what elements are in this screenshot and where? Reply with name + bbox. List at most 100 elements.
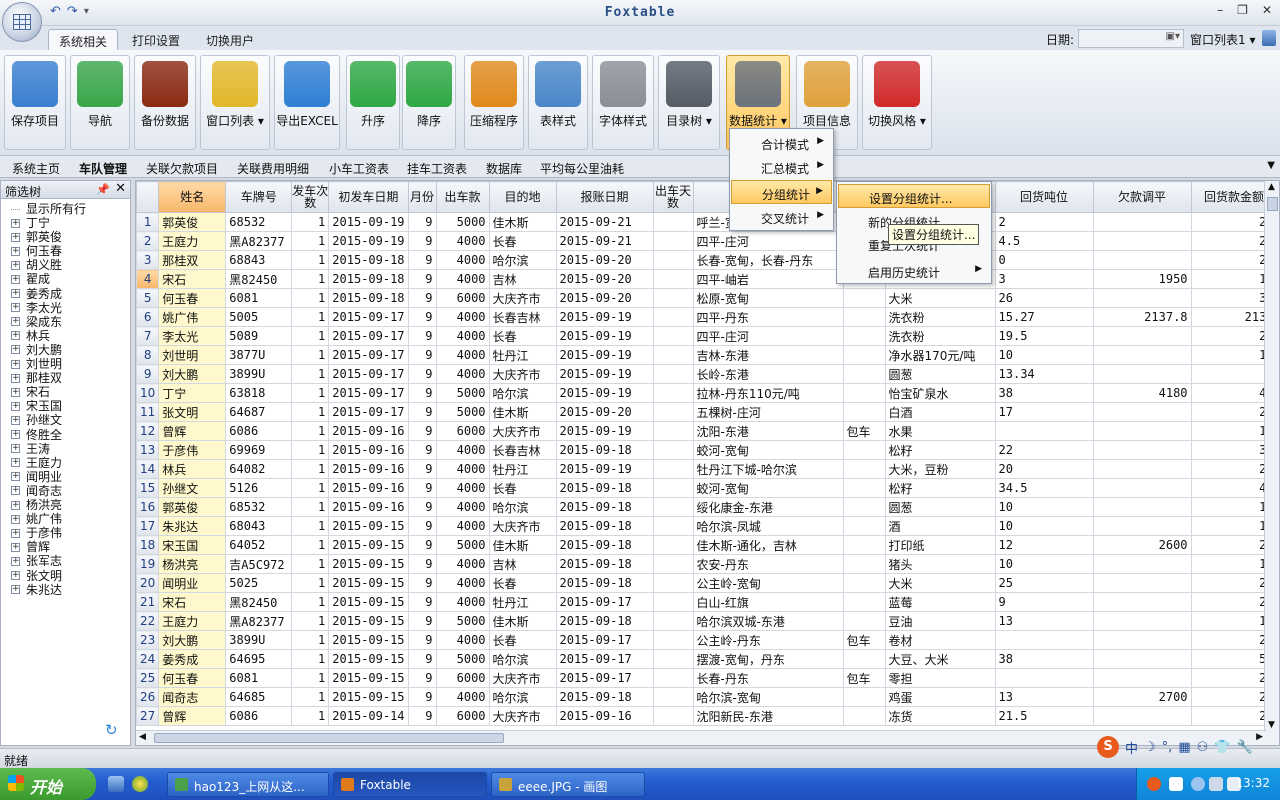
table-cell[interactable]: 9 xyxy=(407,307,437,327)
tree-item[interactable]: + 刘大鹏 xyxy=(11,343,62,357)
expand-plus-icon[interactable]: + xyxy=(11,331,20,341)
user-icon[interactable]: ⚇ xyxy=(1197,740,1209,755)
table-cell[interactable]: 2015-09-21 xyxy=(555,212,654,232)
table-cell[interactable]: 松原-宽甸 xyxy=(692,288,844,308)
ribbon-button-sort-ascending[interactable]: 升序 xyxy=(346,55,400,150)
skin-icon[interactable]: 👕 xyxy=(1214,740,1230,755)
table-cell[interactable]: 6000 xyxy=(435,421,490,441)
table-cell[interactable]: 曾辉 xyxy=(158,421,227,441)
table-cell[interactable] xyxy=(842,307,886,327)
table-cell[interactable]: 4000 xyxy=(435,459,490,479)
table-cell[interactable]: 2015-09-16 xyxy=(328,497,409,517)
table-cell[interactable]: 1 xyxy=(291,497,330,517)
table-cell[interactable]: 9 xyxy=(407,592,437,612)
table-cell[interactable]: 4000 xyxy=(435,554,490,574)
table-cell[interactable]: 绥化康金-东港 xyxy=(692,497,844,517)
task-hao123[interactable]: hao123_上网从这... xyxy=(167,772,329,797)
table-cell[interactable]: 69969 xyxy=(225,440,293,460)
table-cell[interactable] xyxy=(652,706,694,726)
row-number[interactable]: 24 xyxy=(136,649,160,669)
ribbon-tab-system[interactable]: 系统相关 xyxy=(48,29,119,50)
table-cell[interactable]: 4000 xyxy=(435,592,490,612)
ribbon-button-switch-style[interactable]: 切换风格 ▾ xyxy=(862,55,932,150)
expand-plus-icon[interactable]: + xyxy=(11,246,20,256)
table-cell[interactable] xyxy=(842,497,886,517)
table-cell[interactable] xyxy=(842,478,886,498)
table-cell[interactable] xyxy=(1092,326,1192,346)
module-tab[interactable]: 关联费用明细 xyxy=(237,160,309,177)
table-cell[interactable] xyxy=(652,535,694,555)
table-cell[interactable]: 丁宁 xyxy=(158,383,227,403)
row-number[interactable]: 11 xyxy=(136,402,160,422)
table-cell[interactable]: 长春 xyxy=(488,231,557,251)
expand-plus-icon[interactable]: + xyxy=(11,373,20,383)
table-cell[interactable]: 张文明 xyxy=(158,402,227,422)
table-cell[interactable]: 姚广伟 xyxy=(158,307,227,327)
table-cell[interactable] xyxy=(652,630,694,650)
table-cell[interactable] xyxy=(1092,440,1192,460)
row-number[interactable]: 5 xyxy=(136,288,160,308)
table-cell[interactable] xyxy=(842,440,886,460)
column-header[interactable]: 月份 xyxy=(407,181,437,213)
table-cell[interactable]: 9 xyxy=(407,478,437,498)
expand-plus-icon[interactable]: + xyxy=(11,232,20,242)
table-cell[interactable]: 1 xyxy=(291,516,330,536)
table-cell[interactable]: 2015-09-20 xyxy=(555,250,654,270)
module-tab[interactable]: 平均每公里油耗 xyxy=(540,160,624,177)
table-cell[interactable]: 2015-09-20 xyxy=(555,288,654,308)
table-cell[interactable]: 9 xyxy=(407,706,437,726)
table-cell[interactable]: 2015-09-18 xyxy=(328,288,409,308)
table-cell[interactable]: 长春 xyxy=(488,630,557,650)
column-header[interactable]: 初发车日期 xyxy=(328,181,409,213)
table-row[interactable]: 17 朱兆达 68043 1 2015-09-15 9 4000 大庆齐市 2015-09-18… xyxy=(136,516,1278,536)
grid-corner[interactable] xyxy=(136,181,160,213)
table-cell[interactable]: 蓝莓 xyxy=(884,592,996,612)
table-row[interactable]: 25 何玉春 6081 1 2015-09-15 9 6000 大庆齐市 2015-09-17 长… xyxy=(136,668,1278,688)
table-cell[interactable] xyxy=(652,668,694,688)
table-cell[interactable]: 黑A82377 xyxy=(225,231,293,251)
table-cell[interactable]: 10 xyxy=(994,554,1094,574)
table-cell[interactable]: 2015-09-15 xyxy=(328,649,409,669)
table-cell[interactable]: 2015-09-19 xyxy=(555,345,654,365)
chinese-mode-icon[interactable]: 中 xyxy=(1125,738,1138,757)
network-tray-icon[interactable] xyxy=(1209,777,1223,791)
table-cell[interactable] xyxy=(652,516,694,536)
row-number[interactable]: 18 xyxy=(136,535,160,555)
table-cell[interactable]: 林兵 xyxy=(158,459,227,479)
scroll-right-icon[interactable]: ▶ xyxy=(1256,732,1263,742)
table-row[interactable]: 19 杨洪亮 吉A5C972 1 2015-09-15 9 4000 吉林 2015-09-18… xyxy=(136,554,1278,574)
table-cell[interactable]: 1 xyxy=(291,706,330,726)
table-cell[interactable]: 1 xyxy=(291,345,330,365)
table-cell[interactable]: 洗衣粉 xyxy=(884,307,996,327)
table-cell[interactable]: 郭英俊 xyxy=(158,497,227,517)
table-cell[interactable]: 1 xyxy=(291,383,330,403)
table-cell[interactable] xyxy=(842,288,886,308)
row-number[interactable]: 2 xyxy=(136,231,160,251)
table-cell[interactable]: 卷材 xyxy=(884,630,996,650)
table-cell[interactable]: 沈阳新民-东港 xyxy=(692,706,844,726)
table-cell[interactable] xyxy=(1092,288,1192,308)
row-number[interactable]: 26 xyxy=(136,687,160,707)
table-cell[interactable]: 9 xyxy=(407,326,437,346)
tree-item[interactable]: + 闻奇志 xyxy=(11,484,62,498)
tree-item[interactable]: + 闻明业 xyxy=(11,470,62,484)
ribbon-tab-switch-user[interactable]: 切换用户 xyxy=(196,29,264,50)
table-cell[interactable]: 2015-09-18 xyxy=(328,269,409,289)
table-cell[interactable]: 2015-09-15 xyxy=(328,668,409,688)
punctuation-icon[interactable]: °, xyxy=(1162,740,1173,755)
table-cell[interactable]: 2015-09-15 xyxy=(328,516,409,536)
calendar-dropdown-icon[interactable]: ▣▾ xyxy=(1166,31,1180,42)
table-cell[interactable]: 2700 xyxy=(1092,687,1192,707)
row-number[interactable]: 22 xyxy=(136,611,160,631)
table-cell[interactable] xyxy=(652,364,694,384)
table-cell[interactable] xyxy=(652,649,694,669)
table-cell[interactable]: 4.5 xyxy=(994,231,1094,251)
table-cell[interactable]: 34.5 xyxy=(994,478,1094,498)
table-cell[interactable]: 2015-09-19 xyxy=(555,326,654,346)
row-number[interactable]: 20 xyxy=(136,573,160,593)
row-number[interactable]: 12 xyxy=(136,421,160,441)
table-cell[interactable] xyxy=(1092,668,1192,688)
table-cell[interactable]: 2600 xyxy=(1092,535,1192,555)
ribbon-button-compress[interactable]: 压缩程序 xyxy=(464,55,524,150)
row-number[interactable]: 14 xyxy=(136,459,160,479)
